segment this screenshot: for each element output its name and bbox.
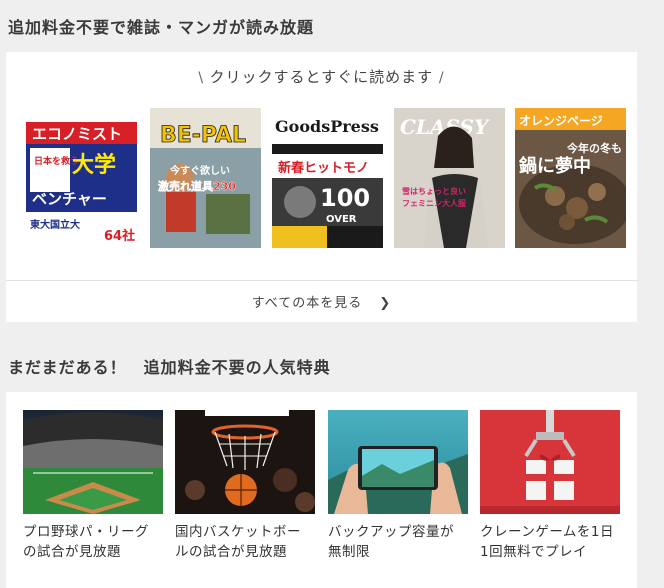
magazine-cover-economist[interactable]: エコノミスト 日本を救う 大学 ベンチャー 東大国立大 64社: [26, 108, 137, 248]
economist-cover-image: エコノミスト 日本を救う 大学 ベンチャー 東大国立大 64社: [26, 108, 137, 248]
perk-card: プロ野球パ・リーグ の試合が見放題 国内バスケットボー ルの試合が見放題 バック…: [6, 392, 637, 588]
classy-cover-image: CLASSY 雪はちょっと良い フェミニン大人服: [394, 108, 505, 248]
perk-label-basketball: 国内バスケットボー ルの試合が見放題: [175, 524, 301, 560]
smartphone-photo-icon: [328, 410, 468, 514]
magazine-list: エコノミスト 日本を救う 大学 ベンチャー 東大国立大 64社 BE-PAL 今…: [26, 108, 626, 248]
svg-text:東大国立大: 東大国立大: [30, 218, 80, 231]
click-hint: \ クリックするとすぐに読めます /: [6, 66, 637, 87]
section-title-perks: まだまだある！ 追加料金不要の人気特典: [8, 358, 331, 377]
see-all-books-link[interactable]: すべての本を見る ❯: [6, 292, 637, 311]
click-hint-text: クリックするとすぐに読めます: [209, 68, 434, 86]
perk-item-crane-game[interactable]: クレーンゲームを1日 1回無料でプレイ: [480, 410, 620, 562]
basketball-hoop-icon: [175, 410, 315, 514]
magazine-cover-classy[interactable]: CLASSY 雪はちょっと良い フェミニン大人服: [394, 108, 505, 248]
svg-text:新春ヒットモノ: 新春ヒットモノ: [278, 160, 369, 176]
svg-text:64社: 64社: [104, 228, 135, 244]
svg-text:雪はちょっと良い: 雪はちょっと良い: [402, 186, 466, 196]
svg-text:大学: 大学: [72, 152, 116, 178]
svg-text:激売れ道具230: 激売れ道具230: [158, 179, 236, 193]
chevron-right-icon: ❯: [379, 296, 392, 311]
see-all-books-label: すべての本を見る: [251, 296, 363, 311]
svg-text:鍋に夢中: 鍋に夢中: [519, 155, 591, 177]
svg-text:OVER: OVER: [326, 214, 357, 225]
svg-text:100: 100: [320, 184, 370, 212]
crane-game-gift-icon: [480, 410, 620, 514]
perk-label-backup: バックアップ容量が 無制限: [328, 524, 454, 560]
hint-decoration-left: \: [198, 70, 210, 86]
svg-text:ベンチャー: ベンチャー: [32, 190, 107, 208]
perk-item-baseball[interactable]: プロ野球パ・リーグ の試合が見放題: [23, 410, 163, 562]
svg-text:今年の冬も: 今年の冬も: [566, 141, 622, 155]
perk-item-basketball[interactable]: 国内バスケットボー ルの試合が見放題: [175, 410, 315, 562]
perk-label-crane-game: クレーンゲームを1日 1回無料でプレイ: [480, 524, 615, 560]
hint-decoration-right: /: [438, 70, 445, 86]
svg-text:今すぐ欲しい: 今すぐ欲しい: [169, 164, 230, 177]
divider: [6, 280, 637, 281]
svg-text:フェミニン大人服: フェミニン大人服: [402, 198, 467, 208]
baseball-stadium-icon: [23, 410, 163, 514]
magazine-cover-goodspress[interactable]: GoodsPress 新春ヒットモノ 100 OVER: [272, 108, 383, 248]
svg-text:GoodsPress: GoodsPress: [275, 117, 379, 136]
section-title-magazines: 追加料金不要で雑誌・マンガが読み放題: [8, 18, 315, 37]
svg-text:オレンジページ: オレンジページ: [519, 114, 603, 128]
magazine-cover-orangepage[interactable]: オレンジページ 今年の冬も 鍋に夢中: [515, 108, 626, 248]
cover-title: エコノミスト: [32, 125, 122, 143]
svg-text:BE-PAL: BE-PAL: [160, 123, 246, 148]
magazine-cover-bepal[interactable]: BE-PAL 今すぐ欲しい 激売れ道具230: [150, 108, 261, 248]
perk-label-baseball: プロ野球パ・リーグ の試合が見放題: [23, 524, 149, 560]
bepal-cover-image: BE-PAL 今すぐ欲しい 激売れ道具230: [150, 108, 261, 248]
orangepage-cover-image: オレンジページ 今年の冬も 鍋に夢中: [515, 108, 626, 248]
goodspress-cover-image: GoodsPress 新春ヒットモノ 100 OVER: [272, 108, 383, 248]
perk-item-backup[interactable]: バックアップ容量が 無制限: [328, 410, 468, 562]
magazine-card: \ クリックするとすぐに読めます / エコノミスト 日本を救う 大学 ベンチャー…: [6, 52, 637, 322]
